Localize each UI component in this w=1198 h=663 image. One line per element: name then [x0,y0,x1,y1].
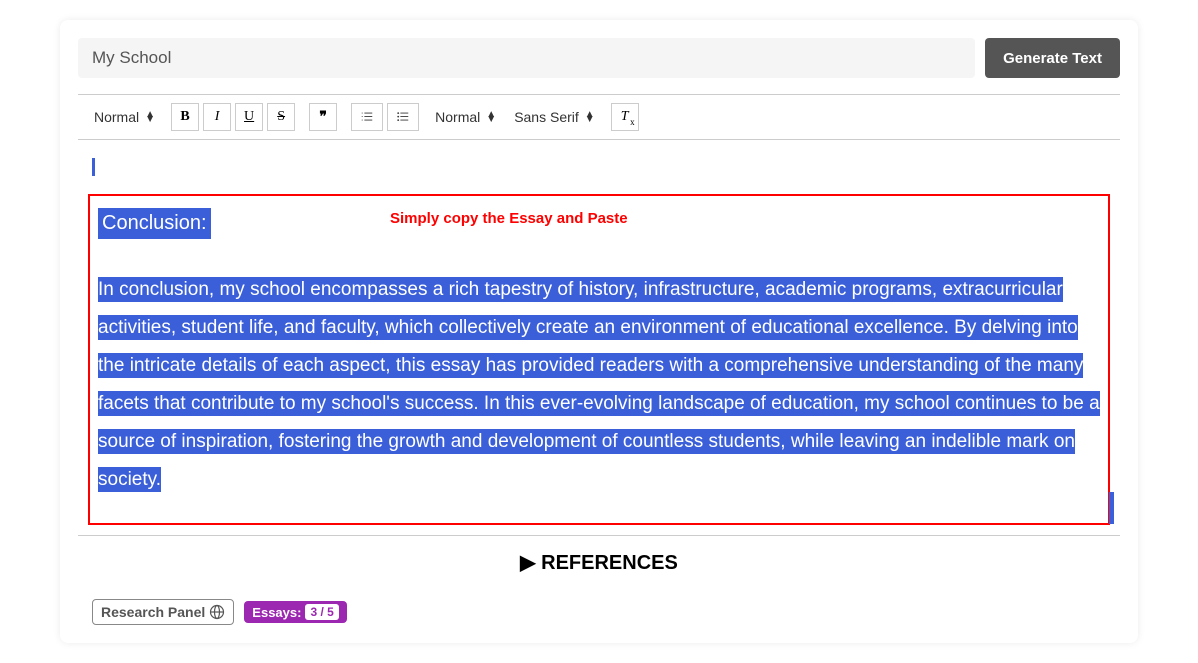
clear-format-icon: Tx [621,109,629,125]
font-select-label: Sans Serif [514,109,579,125]
quote-icon: ❞ [319,109,327,126]
italic-button[interactable]: I [203,103,231,131]
list-group [351,103,419,131]
essay-body[interactable]: In conclusion, my school encompasses a r… [98,271,1100,499]
research-panel-button[interactable]: Research Panel [92,599,234,625]
underline-button[interactable]: U [235,103,263,131]
heading-select[interactable]: Normal ▲▼ [92,105,157,129]
ordered-list-button[interactable] [351,103,383,131]
annotation-box: Conclusion: Simply copy the Essay and Pa… [88,194,1110,525]
references-label: REFERENCES [541,552,678,574]
selection-end-cursor [1109,492,1114,524]
format-group: B I U S [171,103,295,131]
bullet-list-button[interactable] [387,103,419,131]
heading-select-label: Normal [94,109,139,125]
top-row: Generate Text [78,38,1120,78]
selected-text: In conclusion, my school encompasses a r… [98,277,1100,492]
bottom-bar: Research Panel Essays: 3 / 5 [78,589,1120,625]
quote-group: ❞ [309,103,337,131]
clear-format-button[interactable]: Tx [611,103,639,131]
clear-group: Tx [611,103,639,131]
ordered-list-icon [360,110,374,124]
editor-toolbar: Normal ▲▼ B I U S ❞ Normal ▲▼ [78,94,1120,140]
size-select[interactable]: Normal ▲▼ [433,105,498,129]
play-icon: ▶ [520,552,535,574]
generate-text-button[interactable]: Generate Text [985,38,1120,78]
font-select[interactable]: Sans Serif ▲▼ [512,105,597,129]
chevron-sort-icon: ▲▼ [145,112,155,122]
app-container: Generate Text Normal ▲▼ B I U S ❞ [60,20,1138,643]
globe-icon [209,604,225,620]
editor-area[interactable]: Conclusion: Simply copy the Essay and Pa… [78,140,1120,535]
essays-badge: Essays: 3 / 5 [244,601,347,623]
chevron-sort-icon: ▲▼ [486,112,496,122]
references-toggle[interactable]: ▶ REFERENCES [78,535,1120,589]
research-panel-label: Research Panel [101,604,205,620]
bold-button[interactable]: B [171,103,199,131]
blockquote-button[interactable]: ❞ [309,103,337,131]
text-cursor [92,158,95,176]
strikethrough-button[interactable]: S [267,103,295,131]
bullet-list-icon [396,110,410,124]
size-select-label: Normal [435,109,480,125]
copy-hint-annotation: Simply copy the Essay and Paste [390,210,628,227]
topic-input[interactable] [78,38,975,78]
essays-label: Essays: [252,605,301,620]
conclusion-heading: Conclusion: [98,208,211,239]
essays-count: 3 / 5 [305,604,338,620]
chevron-sort-icon: ▲▼ [585,112,595,122]
